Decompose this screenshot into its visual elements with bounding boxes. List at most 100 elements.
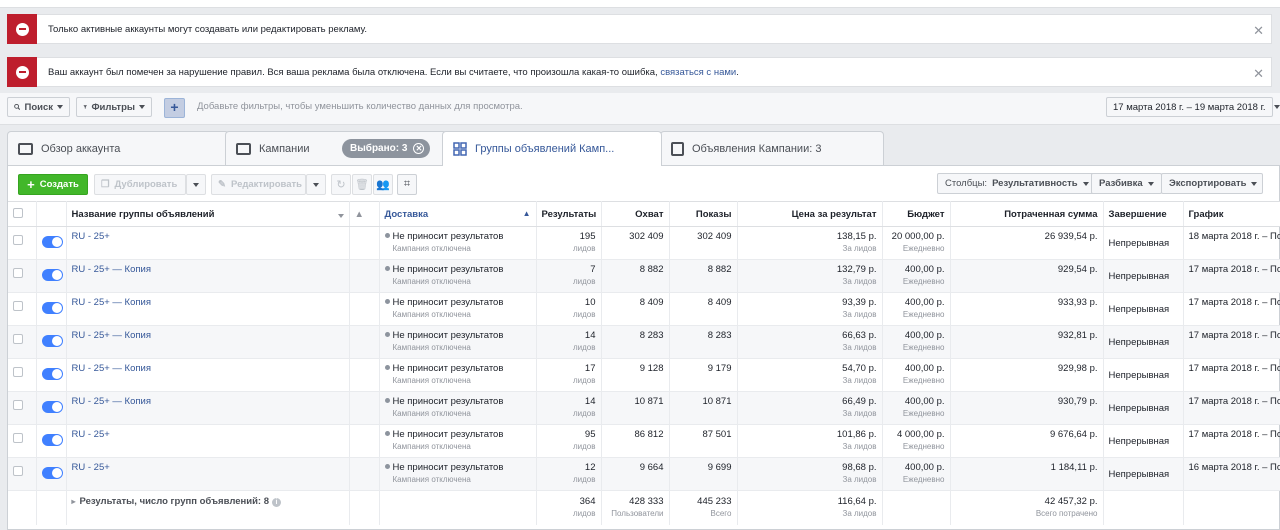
cost-sub: За лидов: [842, 376, 877, 385]
info-icon[interactable]: i: [272, 498, 282, 507]
row-checkbox[interactable]: [13, 400, 23, 410]
delete-button[interactable]: 🗑: [352, 174, 372, 195]
audience-button[interactable]: 👥: [373, 174, 393, 195]
error-icon: [7, 14, 37, 44]
adset-name-link[interactable]: RU - 25+: [72, 231, 110, 242]
filters-button[interactable]: Фильтры: [76, 97, 152, 117]
results-cell: 14 лидов: [536, 391, 602, 425]
column-header-results[interactable]: Результаты: [536, 201, 602, 227]
column-header-impressions[interactable]: Показы: [669, 201, 738, 227]
adset-name-link[interactable]: RU - 25+ — Копия: [72, 396, 151, 407]
edit-label: Редактировать: [230, 179, 303, 190]
selected-badge[interactable]: Выбрано: 3 ✕: [342, 139, 431, 158]
column-header-reach[interactable]: Охват: [601, 201, 670, 227]
row-select-cell: [8, 325, 37, 359]
adset-name-link[interactable]: RU - 25+ — Копия: [72, 363, 151, 374]
row-checkbox[interactable]: [13, 235, 23, 245]
status-toggle[interactable]: [41, 368, 63, 380]
row-checkbox[interactable]: [13, 334, 23, 344]
row-toggle-cell: [36, 292, 67, 326]
breakdown-dropdown[interactable]: Разбивка: [1091, 173, 1162, 194]
status-toggle[interactable]: [41, 434, 63, 446]
column-header-end[interactable]: Завершение: [1103, 201, 1184, 227]
status-toggle[interactable]: [41, 467, 63, 479]
table-row[interactable]: RU - 25+ — Копия Не приносит результатов К…: [8, 391, 1280, 425]
end-cell: Непрерывная: [1103, 226, 1184, 260]
column-header-cost[interactable]: Цена за результат: [737, 201, 883, 227]
schedule-value: 17 марта 2018 г. – Постоянно: [1188, 264, 1280, 275]
tab-account-overview[interactable]: Обзор аккаунта: [7, 131, 229, 165]
edit-dropdown[interactable]: [306, 174, 326, 195]
delivery-cell: Не приносит результатов Кампания отключен…: [379, 226, 537, 260]
column-header-schedule[interactable]: График: [1183, 201, 1280, 227]
date-range-picker[interactable]: 17 марта 2018 г. – 19 марта 2018 г.: [1106, 97, 1280, 117]
refresh-icon: ↻: [336, 179, 346, 191]
adset-name-cell: RU - 25+ — Копия: [66, 325, 350, 359]
cost-sub: За лидов: [842, 409, 877, 418]
budget-sub: Ежедневно: [902, 475, 945, 484]
reach-cell: 8 882: [601, 259, 670, 293]
status-toggle[interactable]: [41, 269, 63, 281]
table-row[interactable]: RU - 25+ — Копия Не приносит результатов К…: [8, 325, 1280, 359]
close-icon[interactable]: ✕: [1253, 66, 1264, 82]
adset-name-link[interactable]: RU - 25+ — Копия: [72, 297, 151, 308]
adset-name-link[interactable]: RU - 25+ — Копия: [72, 264, 151, 275]
status-toggle[interactable]: [41, 236, 63, 248]
tab-bar: Обзор аккаунта Кампании Выбрано: 3 ✕ Груп…: [0, 125, 1280, 166]
create-label: Создать: [39, 179, 79, 190]
row-checkbox[interactable]: [13, 301, 23, 311]
adset-name-link[interactable]: RU - 25+ — Копия: [72, 330, 151, 341]
row-checkbox[interactable]: [13, 466, 23, 476]
close-icon[interactable]: ✕: [1253, 23, 1264, 39]
row-checkbox[interactable]: [13, 268, 23, 278]
export-dropdown[interactable]: Экспортировать: [1161, 173, 1263, 194]
columns-prefix: Столбцы:: [945, 178, 988, 189]
create-button[interactable]: + Создать: [18, 174, 88, 195]
tab-ads[interactable]: Объявления Кампании: 3: [660, 131, 884, 165]
table-row[interactable]: RU - 25+ — Копия Не приносит результатов К…: [8, 292, 1280, 326]
table-row[interactable]: RU - 25+ Не приносит результатов Кампания …: [8, 226, 1280, 260]
column-header-spent[interactable]: Потраченная сумма: [950, 201, 1104, 227]
table-row[interactable]: RU - 25+ Не приносит результатов Кампания …: [8, 457, 1280, 491]
tab-campaigns[interactable]: Кампании Выбрано: 3 ✕: [225, 131, 447, 165]
duplicate-dropdown[interactable]: [186, 174, 206, 195]
schedule-value: 17 марта 2018 г. – Постоянно: [1188, 363, 1280, 374]
column-header-name[interactable]: Название группы объявлений: [66, 201, 350, 227]
edit-button[interactable]: ✎ Редактировать: [211, 174, 306, 195]
adset-name-link[interactable]: RU - 25+: [72, 462, 110, 473]
adset-name-link[interactable]: RU - 25+: [72, 429, 110, 440]
expand-icon[interactable]: ▸: [72, 497, 76, 506]
table-row[interactable]: RU - 25+ — Копия Не приносит результатов К…: [8, 259, 1280, 293]
status-dot-icon: [384, 431, 390, 436]
status-toggle[interactable]: [41, 302, 63, 314]
impressions-cell: 302 409: [669, 226, 738, 260]
column-header-budget[interactable]: Бюджет: [882, 201, 951, 227]
status-toggle[interactable]: [41, 401, 63, 413]
select-all-checkbox[interactable]: [13, 207, 23, 218]
tab-adsets[interactable]: Группы объявлений Камп...: [442, 131, 662, 166]
table-row[interactable]: RU - 25+ — Копия Не приносит результатов К…: [8, 358, 1280, 392]
reach-cell: 86 812: [601, 424, 670, 458]
preview-button[interactable]: ⌗: [397, 174, 417, 195]
refresh-button[interactable]: ↻: [331, 174, 351, 195]
clear-selection-icon[interactable]: ✕: [413, 143, 425, 154]
table-row[interactable]: RU - 25+ Не приносит результатов Кампания …: [8, 424, 1280, 458]
cost-sub: За лидов: [842, 475, 877, 484]
search-button[interactable]: Поиск: [7, 97, 70, 117]
delivery-cell: Не приносит результатов Кампания отключен…: [379, 457, 537, 491]
row-checkbox[interactable]: [13, 433, 23, 443]
tab-label: Объявления Кампании: 3: [692, 142, 822, 155]
columns-dropdown[interactable]: Столбцы: Результативность: [937, 173, 1097, 194]
add-filter-button[interactable]: +: [164, 98, 185, 118]
spent-cell: 929,54 р.: [950, 259, 1104, 293]
duplicate-button[interactable]: ❐ Дублировать: [94, 174, 186, 195]
column-header-delivery[interactable]: Доставка ▲: [379, 201, 537, 227]
row-checkbox[interactable]: [13, 367, 23, 377]
contact-us-link[interactable]: связаться с нами: [660, 67, 736, 78]
summary-value: 445 233: [697, 496, 732, 507]
status-toggle[interactable]: [41, 335, 63, 347]
delivery-status: Не приносит результатов: [392, 231, 504, 242]
end-value: Непрерывная: [1108, 402, 1170, 414]
schedule-cell: 17 марта 2018 г. – Постоянно: [1183, 391, 1280, 425]
delivery-sub: Кампания отключена: [392, 442, 471, 451]
